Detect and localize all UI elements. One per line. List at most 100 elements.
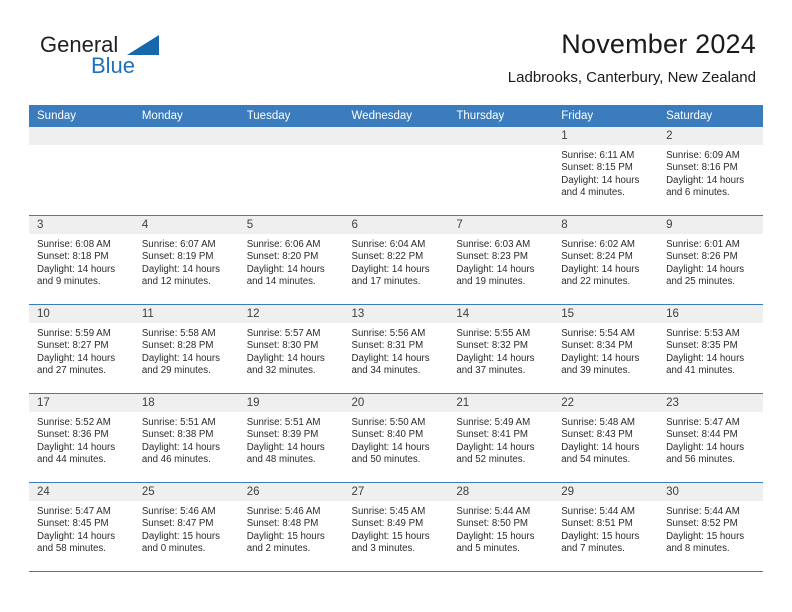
sunset-text: Sunset: 8:24 PM [561,251,633,263]
calendar-cell-day[interactable]: 8 Sunrise: 6:02 AM Sunset: 8:24 PM Daylight… [553,215,659,305]
calendar-cell-inner: 24 Sunrise: 5:47 AM Sunset: 8:45 PM Dayligh… [29,483,134,571]
calendar-cell-inner [448,127,554,215]
calendar-cell-empty [238,127,344,216]
day-number: 4 [133,216,239,234]
day-details: Sunrise: 6:02 AM Sunset: 8:24 PM Daylight:… [553,234,658,289]
calendar-cell-day[interactable]: 6 Sunrise: 6:04 AM Sunset: 8:22 PM Daylight… [343,215,449,305]
calendar-cell-inner: 17 Sunrise: 5:52 AM Sunset: 8:36 PM Dayligh… [29,394,134,482]
sunset-text: Sunset: 8:18 PM [37,251,109,263]
sunset-text: Sunset: 8:35 PM [666,340,738,352]
calendar-cell-day[interactable]: 26 Sunrise: 5:46 AM Sunset: 8:48 PM Dayligh… [238,482,344,572]
calendar-cell-inner: 25 Sunrise: 5:46 AM Sunset: 8:47 PM Dayligh… [133,483,239,571]
calendar-cell-day[interactable]: 9 Sunrise: 6:01 AM Sunset: 8:26 PM Daylight… [658,215,763,305]
daylight-text: Daylight: 15 hours and 3 minutes. [351,530,430,555]
calendar-cell-inner: 18 Sunrise: 5:51 AM Sunset: 8:38 PM Dayligh… [133,394,239,482]
calendar-cell-inner: 23 Sunrise: 5:47 AM Sunset: 8:44 PM Dayligh… [658,394,763,482]
day-details: Sunrise: 5:53 AM Sunset: 8:35 PM Daylight:… [658,323,763,378]
calendar-cell-day[interactable]: 12 Sunrise: 5:57 AM Sunset: 8:30 PM Dayligh… [238,304,344,394]
sunrise-text: Sunrise: 5:52 AM [37,417,111,428]
calendar-cell-day[interactable]: 18 Sunrise: 5:51 AM Sunset: 8:38 PM Dayligh… [133,393,239,483]
daylight-text: Daylight: 14 hours and 9 minutes. [37,263,116,288]
sunset-text: Sunset: 8:49 PM [351,518,424,530]
sunset-text: Sunset: 8:20 PM [246,251,319,263]
daylight-text: Daylight: 14 hours and 44 minutes. [37,441,116,466]
calendar-cell-day[interactable]: 16 Sunrise: 5:53 AM Sunset: 8:35 PM Dayligh… [658,304,763,394]
weekday-header-sunday: Sunday [29,105,134,127]
day-number: 24 [29,483,134,501]
calendar-cell-day[interactable]: 13 Sunrise: 5:56 AM Sunset: 8:31 PM Dayligh… [343,304,449,394]
day-details: Sunrise: 5:50 AM Sunset: 8:40 PM Daylight:… [344,412,449,467]
calendar-week-row: 17 Sunrise: 5:52 AM Sunset: 8:36 PM Dayligh… [29,393,763,483]
calendar-cell-empty [29,127,134,216]
daylight-text: Daylight: 15 hours and 2 minutes. [246,530,325,555]
day-details: Sunrise: 5:51 AM Sunset: 8:39 PM Daylight:… [239,412,344,467]
calendar-cell-day[interactable]: 20 Sunrise: 5:50 AM Sunset: 8:40 PM Dayligh… [343,393,449,483]
calendar-cell-day[interactable]: 21 Sunrise: 5:49 AM Sunset: 8:41 PM Dayligh… [448,393,554,483]
daylight-text: Daylight: 15 hours and 0 minutes. [141,530,220,555]
calendar-cell-day[interactable]: 4 Sunrise: 6:07 AM Sunset: 8:19 PM Daylight… [133,215,239,305]
calendar-cell-inner: 22 Sunrise: 5:48 AM Sunset: 8:43 PM Dayligh… [553,394,659,482]
calendar-cell-day[interactable]: 5 Sunrise: 6:06 AM Sunset: 8:20 PM Daylight… [238,215,344,305]
weekday-header-tuesday: Tuesday [238,105,344,127]
daylight-text: Daylight: 14 hours and 17 minutes. [351,263,430,288]
daylight-text: Daylight: 14 hours and 52 minutes. [456,441,535,466]
calendar-week-row: 10 Sunrise: 5:59 AM Sunset: 8:27 PM Dayligh… [29,304,763,394]
calendar-cell-day[interactable]: 3 Sunrise: 6:08 AM Sunset: 8:18 PM Daylight… [29,215,134,305]
calendar-cell-day[interactable]: 1 Sunrise: 6:11 AM Sunset: 8:15 PM Daylight… [553,127,659,216]
daylight-text: Daylight: 14 hours and 46 minutes. [141,441,220,466]
calendar-cell-day[interactable]: 29 Sunrise: 5:44 AM Sunset: 8:51 PM Dayligh… [553,482,659,572]
calendar-cell-inner: 7 Sunrise: 6:03 AM Sunset: 8:23 PM Daylight… [448,216,554,304]
brand-logo[interactable]: General Blue [30,33,260,83]
day-number [133,127,239,145]
day-number: 23 [658,394,763,412]
daylight-text: Daylight: 14 hours and 39 minutes. [561,352,640,377]
calendar-cell-day[interactable]: 22 Sunrise: 5:48 AM Sunset: 8:43 PM Dayligh… [553,393,659,483]
calendar-cell-day[interactable]: 23 Sunrise: 5:47 AM Sunset: 8:44 PM Dayligh… [658,393,763,483]
calendar-cell-inner: 21 Sunrise: 5:49 AM Sunset: 8:41 PM Dayligh… [448,394,554,482]
daylight-text: Daylight: 14 hours and 48 minutes. [246,441,325,466]
day-details: Sunrise: 6:06 AM Sunset: 8:20 PM Daylight:… [239,234,344,289]
sunset-text: Sunset: 8:43 PM [561,429,633,441]
day-number: 5 [238,216,344,234]
sunrise-text: Sunrise: 5:44 AM [456,506,531,517]
sunrise-text: Sunrise: 6:04 AM [351,239,426,250]
calendar-week-row: 24 Sunrise: 5:47 AM Sunset: 8:45 PM Dayligh… [29,482,763,572]
sunset-text: Sunset: 8:26 PM [666,251,738,263]
calendar-cell-day[interactable]: 28 Sunrise: 5:44 AM Sunset: 8:50 PM Dayligh… [448,482,554,572]
calendar-cell-day[interactable]: 25 Sunrise: 5:46 AM Sunset: 8:47 PM Dayligh… [133,482,239,572]
daylight-text: Daylight: 14 hours and 54 minutes. [561,441,640,466]
calendar-cell-inner: 10 Sunrise: 5:59 AM Sunset: 8:27 PM Dayligh… [29,305,134,393]
weekday-header-wednesday: Wednesday [343,105,449,127]
sunset-text: Sunset: 8:40 PM [351,429,424,441]
sunset-text: Sunset: 8:45 PM [37,518,109,530]
day-number: 6 [343,216,449,234]
sunrise-text: Sunrise: 6:08 AM [37,239,111,250]
day-number: 28 [448,483,554,501]
calendar-cell-day[interactable]: 27 Sunrise: 5:45 AM Sunset: 8:49 PM Dayligh… [343,482,449,572]
day-number: 29 [553,483,659,501]
calendar-cell-day[interactable]: 11 Sunrise: 5:58 AM Sunset: 8:28 PM Dayligh… [133,304,239,394]
calendar-cell-day[interactable]: 7 Sunrise: 6:03 AM Sunset: 8:23 PM Daylight… [448,215,554,305]
sunrise-text: Sunrise: 5:55 AM [456,328,531,339]
calendar-cell-day[interactable]: 10 Sunrise: 5:59 AM Sunset: 8:27 PM Dayligh… [29,304,134,394]
calendar-cell-day[interactable]: 15 Sunrise: 5:54 AM Sunset: 8:34 PM Dayligh… [553,304,659,394]
calendar-cell-day[interactable]: 30 Sunrise: 5:44 AM Sunset: 8:52 PM Dayligh… [658,482,763,572]
sunset-text: Sunset: 8:22 PM [351,251,424,263]
day-number: 20 [343,394,449,412]
calendar-cell-day[interactable]: 19 Sunrise: 5:51 AM Sunset: 8:39 PM Dayligh… [238,393,344,483]
calendar-cell-day[interactable]: 2 Sunrise: 6:09 AM Sunset: 8:16 PM Daylight… [658,127,763,216]
calendar-cell-day[interactable]: 24 Sunrise: 5:47 AM Sunset: 8:45 PM Dayligh… [29,482,134,572]
sunrise-text: Sunrise: 5:49 AM [456,417,531,428]
sunrise-text: Sunrise: 6:06 AM [246,239,321,250]
calendar-cell-day[interactable]: 14 Sunrise: 5:55 AM Sunset: 8:32 PM Dayligh… [448,304,554,394]
day-details: Sunrise: 6:08 AM Sunset: 8:18 PM Daylight:… [29,234,134,289]
calendar-cell-inner: 28 Sunrise: 5:44 AM Sunset: 8:50 PM Dayligh… [448,483,554,571]
calendar-cell-inner: 4 Sunrise: 6:07 AM Sunset: 8:19 PM Daylight… [133,216,239,304]
day-number: 11 [133,305,239,323]
day-number: 15 [553,305,659,323]
calendar-cell-day[interactable]: 17 Sunrise: 5:52 AM Sunset: 8:36 PM Dayligh… [29,393,134,483]
day-details: Sunrise: 6:01 AM Sunset: 8:26 PM Daylight:… [658,234,763,289]
sunrise-text: Sunrise: 6:07 AM [141,239,216,250]
sunrise-text: Sunrise: 5:54 AM [561,328,635,339]
sunset-text: Sunset: 8:41 PM [456,429,528,441]
